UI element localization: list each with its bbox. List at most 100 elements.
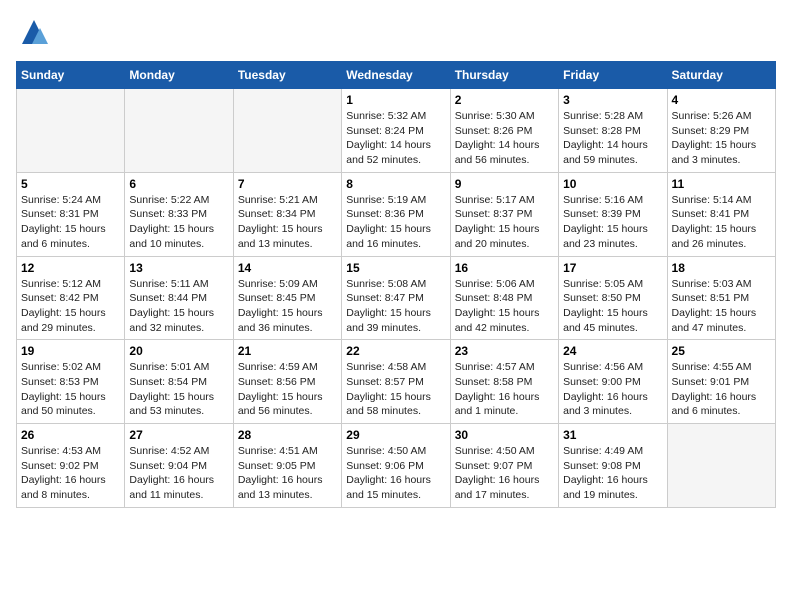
day-info: Sunrise: 4:51 AM Sunset: 9:05 PM Dayligh… [238, 444, 337, 503]
day-info: Sunrise: 5:05 AM Sunset: 8:50 PM Dayligh… [563, 277, 662, 336]
day-info: Sunrise: 5:21 AM Sunset: 8:34 PM Dayligh… [238, 193, 337, 252]
day-info: Sunrise: 5:02 AM Sunset: 8:53 PM Dayligh… [21, 360, 120, 419]
day-number: 6 [129, 177, 228, 191]
calendar-table: SundayMondayTuesdayWednesdayThursdayFrid… [16, 61, 776, 508]
day-number: 19 [21, 344, 120, 358]
page-header [16, 16, 776, 53]
day-info: Sunrise: 5:24 AM Sunset: 8:31 PM Dayligh… [21, 193, 120, 252]
day-info: Sunrise: 5:14 AM Sunset: 8:41 PM Dayligh… [672, 193, 771, 252]
calendar-cell: 25Sunrise: 4:55 AM Sunset: 9:01 PM Dayli… [667, 340, 775, 424]
calendar-cell: 24 Sunrise: 4:56 AM Sunset: 9:00 PM Dayli… [559, 340, 667, 424]
calendar-cell [125, 89, 233, 173]
calendar-header-row: SundayMondayTuesdayWednesdayThursdayFrid… [17, 62, 776, 89]
calendar-cell: 2Sunrise: 5:30 AM Sunset: 8:26 PM Daylig… [450, 89, 558, 173]
day-header-monday: Monday [125, 62, 233, 89]
calendar-cell: 18 Sunrise: 5:03 AM Sunset: 8:51 PM Dayli… [667, 256, 775, 340]
day-number: 18 [672, 261, 771, 275]
day-number: 11 [672, 177, 771, 191]
day-number: 17 [563, 261, 662, 275]
calendar-cell: 27Sunrise: 4:52 AM Sunset: 9:04 PM Dayli… [125, 424, 233, 508]
calendar-cell: 22 Sunrise: 4:58 AM Sunset: 8:57 PM Dayli… [342, 340, 450, 424]
calendar-cell: 4 Sunrise: 5:26 AM Sunset: 8:29 PM Daylig… [667, 89, 775, 173]
day-info: Sunrise: 5:06 AM Sunset: 8:48 PM Dayligh… [455, 277, 554, 336]
calendar-cell: 14 Sunrise: 5:09 AM Sunset: 8:45 PM Dayli… [233, 256, 341, 340]
day-header-sunday: Sunday [17, 62, 125, 89]
day-number: 25 [672, 344, 771, 358]
calendar-week-1: 1 Sunrise: 5:32 AM Sunset: 8:24 PM Daylig… [17, 89, 776, 173]
day-info: Sunrise: 5:16 AM Sunset: 8:39 PM Dayligh… [563, 193, 662, 252]
calendar-cell [233, 89, 341, 173]
day-info: Sunrise: 5:11 AM Sunset: 8:44 PM Dayligh… [129, 277, 228, 336]
day-number: 29 [346, 428, 445, 442]
day-number: 5 [21, 177, 120, 191]
calendar-week-5: 26 Sunrise: 4:53 AM Sunset: 9:02 PM Dayli… [17, 424, 776, 508]
day-number: 20 [129, 344, 228, 358]
day-number: 30 [455, 428, 554, 442]
calendar-week-3: 12Sunrise: 5:12 AM Sunset: 8:42 PM Dayli… [17, 256, 776, 340]
day-number: 8 [346, 177, 445, 191]
day-number: 14 [238, 261, 337, 275]
calendar-cell: 30 Sunrise: 4:50 AM Sunset: 9:07 PM Dayli… [450, 424, 558, 508]
day-info: Sunrise: 4:49 AM Sunset: 9:08 PM Dayligh… [563, 444, 662, 503]
day-info: Sunrise: 5:09 AM Sunset: 8:45 PM Dayligh… [238, 277, 337, 336]
calendar-cell: 21 Sunrise: 4:59 AM Sunset: 8:56 PM Dayli… [233, 340, 341, 424]
day-info: Sunrise: 4:53 AM Sunset: 9:02 PM Dayligh… [21, 444, 120, 503]
day-info: Sunrise: 5:01 AM Sunset: 8:54 PM Dayligh… [129, 360, 228, 419]
calendar-week-2: 5 Sunrise: 5:24 AM Sunset: 8:31 PM Daylig… [17, 172, 776, 256]
calendar-cell: 6 Sunrise: 5:22 AM Sunset: 8:33 PM Daylig… [125, 172, 233, 256]
calendar-cell: 17 Sunrise: 5:05 AM Sunset: 8:50 PM Dayli… [559, 256, 667, 340]
day-info: Sunrise: 4:50 AM Sunset: 9:07 PM Dayligh… [455, 444, 554, 503]
day-number: 1 [346, 93, 445, 107]
day-number: 13 [129, 261, 228, 275]
day-info: Sunrise: 5:26 AM Sunset: 8:29 PM Dayligh… [672, 109, 771, 168]
day-number: 24 [563, 344, 662, 358]
day-info: Sunrise: 4:56 AM Sunset: 9:00 PM Dayligh… [563, 360, 662, 419]
day-number: 12 [21, 261, 120, 275]
day-number: 22 [346, 344, 445, 358]
calendar-cell: 7 Sunrise: 5:21 AM Sunset: 8:34 PM Daylig… [233, 172, 341, 256]
calendar-cell: 8 Sunrise: 5:19 AM Sunset: 8:36 PM Daylig… [342, 172, 450, 256]
day-header-tuesday: Tuesday [233, 62, 341, 89]
day-number: 3 [563, 93, 662, 107]
calendar-cell: 31 Sunrise: 4:49 AM Sunset: 9:08 PM Dayli… [559, 424, 667, 508]
day-info: Sunrise: 5:03 AM Sunset: 8:51 PM Dayligh… [672, 277, 771, 336]
calendar-cell: 12Sunrise: 5:12 AM Sunset: 8:42 PM Dayli… [17, 256, 125, 340]
day-info: Sunrise: 5:19 AM Sunset: 8:36 PM Dayligh… [346, 193, 445, 252]
logo [16, 16, 50, 53]
day-header-saturday: Saturday [667, 62, 775, 89]
day-number: 7 [238, 177, 337, 191]
day-info: Sunrise: 5:28 AM Sunset: 8:28 PM Dayligh… [563, 109, 662, 168]
calendar-cell: 1 Sunrise: 5:32 AM Sunset: 8:24 PM Daylig… [342, 89, 450, 173]
day-number: 31 [563, 428, 662, 442]
day-number: 4 [672, 93, 771, 107]
calendar-cell: 20 Sunrise: 5:01 AM Sunset: 8:54 PM Dayli… [125, 340, 233, 424]
calendar-cell: 15 Sunrise: 5:08 AM Sunset: 8:47 PM Dayli… [342, 256, 450, 340]
day-info: Sunrise: 5:32 AM Sunset: 8:24 PM Dayligh… [346, 109, 445, 168]
day-number: 2 [455, 93, 554, 107]
calendar-cell: 23Sunrise: 4:57 AM Sunset: 8:58 PM Dayli… [450, 340, 558, 424]
day-info: Sunrise: 5:22 AM Sunset: 8:33 PM Dayligh… [129, 193, 228, 252]
calendar-cell: 16Sunrise: 5:06 AM Sunset: 8:48 PM Dayli… [450, 256, 558, 340]
day-number: 15 [346, 261, 445, 275]
day-number: 28 [238, 428, 337, 442]
calendar-cell: 13 Sunrise: 5:11 AM Sunset: 8:44 PM Dayli… [125, 256, 233, 340]
day-info: Sunrise: 4:57 AM Sunset: 8:58 PM Dayligh… [455, 360, 554, 419]
day-info: Sunrise: 4:50 AM Sunset: 9:06 PM Dayligh… [346, 444, 445, 503]
calendar-week-4: 19 Sunrise: 5:02 AM Sunset: 8:53 PM Dayli… [17, 340, 776, 424]
day-info: Sunrise: 4:59 AM Sunset: 8:56 PM Dayligh… [238, 360, 337, 419]
day-number: 27 [129, 428, 228, 442]
calendar-cell: 11 Sunrise: 5:14 AM Sunset: 8:41 PM Dayli… [667, 172, 775, 256]
calendar-cell: 3 Sunrise: 5:28 AM Sunset: 8:28 PM Daylig… [559, 89, 667, 173]
calendar-cell: 28 Sunrise: 4:51 AM Sunset: 9:05 PM Dayli… [233, 424, 341, 508]
calendar-cell: 9Sunrise: 5:17 AM Sunset: 8:37 PM Daylig… [450, 172, 558, 256]
day-info: Sunrise: 5:08 AM Sunset: 8:47 PM Dayligh… [346, 277, 445, 336]
calendar-cell: 10Sunrise: 5:16 AM Sunset: 8:39 PM Dayli… [559, 172, 667, 256]
day-info: Sunrise: 4:58 AM Sunset: 8:57 PM Dayligh… [346, 360, 445, 419]
day-header-friday: Friday [559, 62, 667, 89]
day-info: Sunrise: 5:17 AM Sunset: 8:37 PM Dayligh… [455, 193, 554, 252]
day-header-thursday: Thursday [450, 62, 558, 89]
day-number: 26 [21, 428, 120, 442]
day-header-wednesday: Wednesday [342, 62, 450, 89]
calendar-cell: 5 Sunrise: 5:24 AM Sunset: 8:31 PM Daylig… [17, 172, 125, 256]
day-number: 21 [238, 344, 337, 358]
